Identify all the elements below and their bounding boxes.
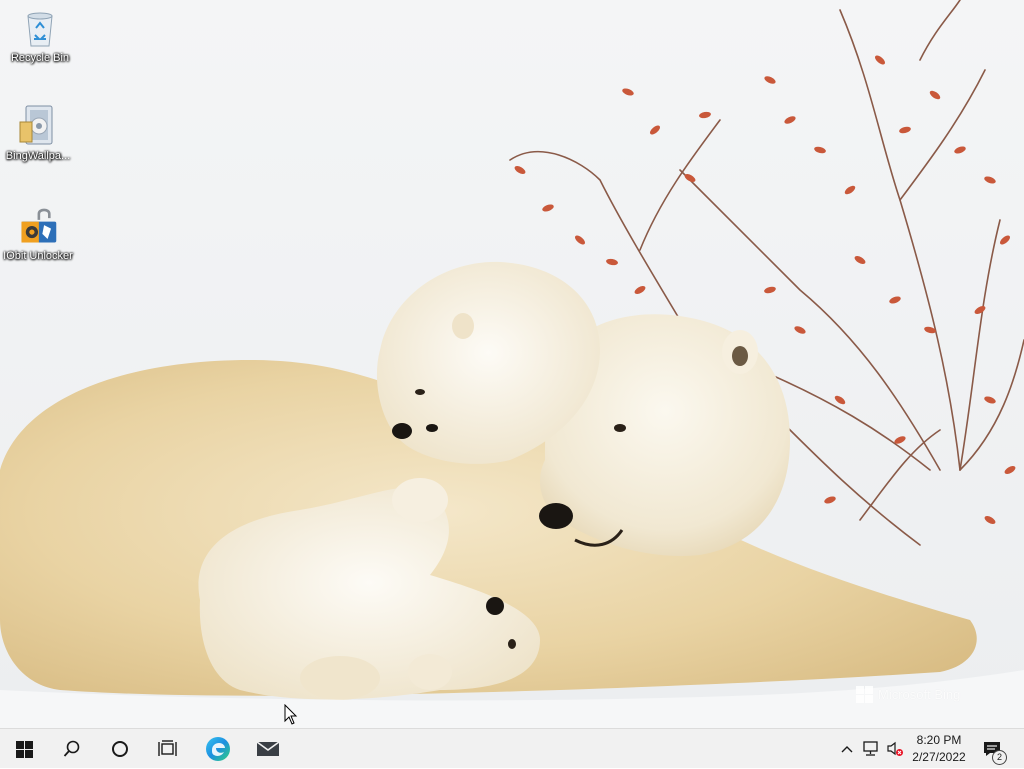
recycle-bin-icon [20, 8, 60, 48]
iobit-unlocker-icon [18, 206, 58, 246]
clock[interactable]: 8:20 PM 2/27/2022 [902, 732, 976, 766]
bing-wallpaper-icon [18, 105, 58, 146]
clock-date: 2/27/2022 [912, 750, 966, 764]
network-tray-button[interactable] [860, 729, 882, 769]
start-button[interactable] [0, 729, 48, 769]
cortana-circle-icon [112, 741, 128, 757]
microsoft-logo-icon [856, 686, 873, 703]
edge-taskbar-button[interactable] [194, 729, 242, 769]
chevron-up-icon [841, 746, 853, 753]
bing-watermark: Microsoft Bing [856, 686, 960, 703]
search-icon [63, 740, 80, 757]
desktop-icon-bingwallpaper[interactable]: BingWallpa... [0, 105, 76, 163]
network-icon [863, 741, 878, 756]
task-view-icon [158, 740, 177, 756]
search-button[interactable] [48, 729, 96, 769]
mail-taskbar-button[interactable] [244, 729, 292, 769]
mail-icon [256, 741, 280, 756]
notification-count-badge: 2 [992, 750, 1007, 765]
edge-icon [206, 737, 230, 761]
desktop-icon-label: BingWallpa... [5, 150, 71, 162]
desktop-icon-label: IObit Unlocker [3, 250, 73, 262]
task-view-button[interactable] [144, 729, 192, 769]
wallpaper-image [0, 0, 1024, 728]
show-hidden-icons-button[interactable] [838, 729, 856, 769]
bing-watermark-text: Microsoft Bing [878, 687, 961, 702]
desktop-icon-label: Recycle Bin [10, 52, 70, 64]
clock-time: 8:20 PM [916, 733, 962, 747]
cortana-button[interactable] [96, 729, 144, 769]
windows-logo-icon [15, 740, 33, 758]
desktop: Recycle Bin BingWallpa... IObit Unlocker… [0, 0, 1024, 728]
taskbar: 8:20 PM 2/27/2022 2 [0, 728, 1024, 768]
mouse-cursor-icon [284, 704, 298, 725]
desktop-icon-iobit-unlocker[interactable]: IObit Unlocker [0, 206, 76, 263]
desktop-icon-recycle-bin[interactable]: Recycle Bin [2, 8, 78, 65]
